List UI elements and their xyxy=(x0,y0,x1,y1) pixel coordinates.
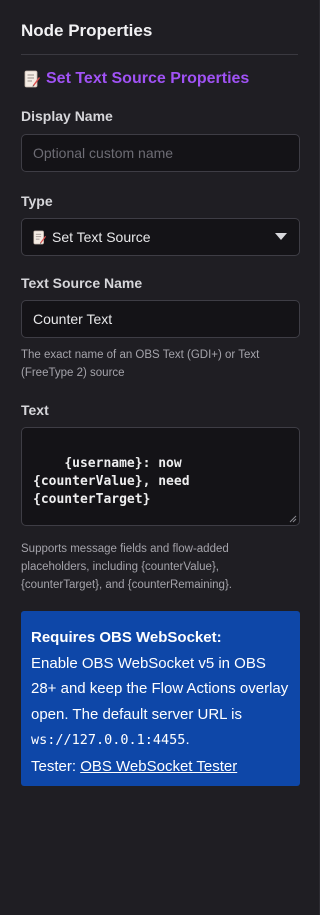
obs-websocket-notice: Requires OBS WebSocket: Enable OBS WebSo… xyxy=(21,611,300,786)
chevron-down-icon xyxy=(275,233,287,240)
notice-body-end: . xyxy=(185,731,190,748)
node-properties-panel: Node Properties Set Text Source Properti… xyxy=(0,0,320,915)
memo-icon xyxy=(33,230,46,245)
text-label: Text xyxy=(21,402,49,418)
text-hint: Supports message fields and flow-added p… xyxy=(21,543,232,591)
text-source-name-value: Counter Text xyxy=(33,311,113,327)
text-source-name-input[interactable]: Counter Text xyxy=(21,300,300,338)
title-divider xyxy=(21,54,298,55)
obs-websocket-tester-link[interactable]: OBS WebSocket Tester xyxy=(80,758,237,775)
node-type-heading: Set Text Source Properties xyxy=(24,70,249,88)
display-name-placeholder: Optional custom name xyxy=(33,145,174,161)
memo-icon xyxy=(24,70,40,88)
text-source-name-label: Text Source Name xyxy=(21,275,143,291)
display-name-input[interactable]: Optional custom name xyxy=(21,134,300,172)
panel-title: Node Properties xyxy=(21,21,153,40)
type-label: Type xyxy=(21,193,53,209)
type-select[interactable]: Set Text Source xyxy=(21,218,300,256)
tester-prefix: Tester: xyxy=(31,757,81,775)
type-selected-label: Set Text Source xyxy=(52,229,151,245)
resize-grip-icon[interactable] xyxy=(289,515,297,523)
server-url-code: ws://127.0.0.1:4455 xyxy=(31,732,186,748)
type-select-value: Set Text Source xyxy=(33,229,151,245)
node-type-label: Set Text Source Properties xyxy=(46,70,250,87)
text-source-name-hint: The exact name of an OBS Text (GDI+) or … xyxy=(21,349,260,379)
text-textarea[interactable]: {username}: now {counterValue}, need {co… xyxy=(21,427,300,526)
display-name-label: Display Name xyxy=(21,108,113,124)
notice-body: Enable OBS WebSocket v5 in OBS 28+ and k… xyxy=(31,654,289,723)
notice-title: Requires OBS WebSocket: xyxy=(31,629,222,646)
text-textarea-value: {username}: now {counterValue}, need {co… xyxy=(33,456,198,507)
